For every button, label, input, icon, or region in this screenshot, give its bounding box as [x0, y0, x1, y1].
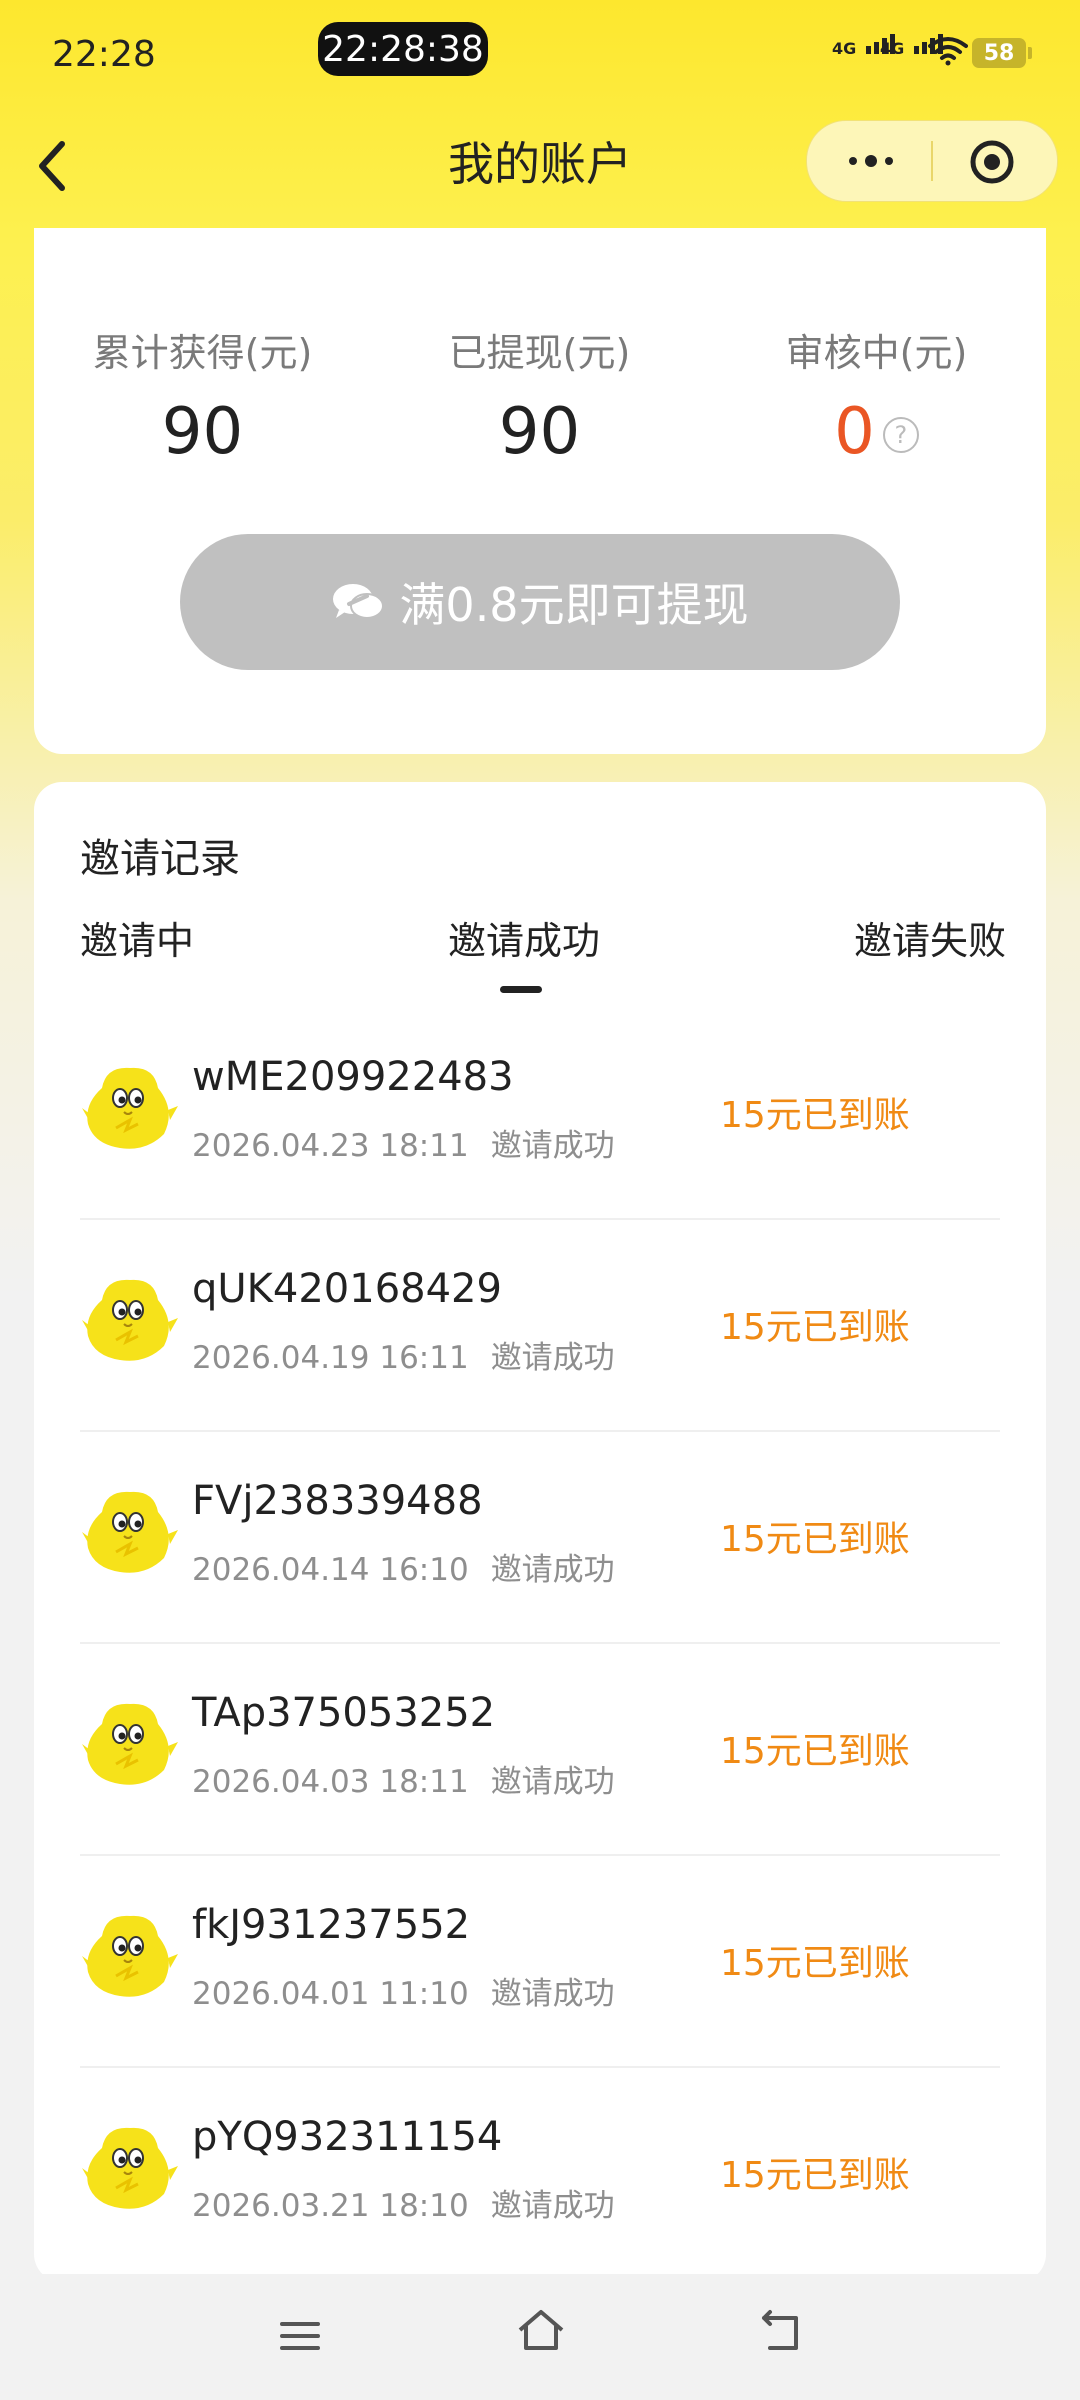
invite-meta: 2026.04.19 16:11 邀请成功: [192, 1332, 615, 1377]
stat-under-review: 审核中(元) 0?: [708, 322, 1045, 469]
chick-avatar-icon: [82, 1067, 178, 1149]
balance-card: 累计获得(元) 90 已提现(元) 90 审核中(元) 0? 满0.8元即可提现: [34, 228, 1046, 754]
signal-label-2: 4G: [880, 39, 905, 58]
status-time: 22:28: [52, 34, 156, 75]
system-nav-bar: [0, 2274, 1080, 2400]
reward-status: 15元已到账: [720, 1519, 910, 1560]
invite-time: 2026.04.03 18:11: [192, 1764, 469, 1800]
record-row: TAp375053252 2026.04.03 18:11 邀请成功 15元已到账: [80, 1644, 1000, 1856]
section-title: 邀请记录: [80, 836, 240, 882]
stat-label: 累计获得(元): [92, 331, 313, 375]
invite-status: 邀请成功: [490, 1976, 615, 2012]
invite-time: 2026.04.19 16:11: [192, 1340, 469, 1376]
tab-inviting[interactable]: 邀请中: [80, 910, 194, 965]
invite-status: 邀请成功: [490, 2188, 615, 2224]
invite-status: 邀请成功: [490, 1764, 615, 1800]
chick-avatar-icon: [82, 1491, 178, 1573]
close-mini-program-icon[interactable]: [969, 139, 1015, 185]
reward-status: 15元已到账: [720, 2155, 910, 2196]
capsule-divider: [931, 141, 933, 181]
stat-value: 90: [161, 395, 244, 469]
back-nav-icon[interactable]: [756, 2308, 806, 2358]
invite-meta: 2026.04.01 11:10 邀请成功: [192, 1968, 615, 2013]
invite-time: 2026.04.14 16:10: [192, 1552, 469, 1588]
invite-meta: 2026.04.23 18:11 邀请成功: [192, 1120, 615, 1165]
invite-status: 邀请成功: [490, 1340, 615, 1376]
invite-meta: 2026.03.21 18:10 邀请成功: [192, 2180, 615, 2225]
tab-invite-success[interactable]: 邀请成功: [448, 910, 600, 965]
invitee-id: qUK420168429: [192, 1266, 502, 1312]
chick-avatar-icon: [82, 1279, 178, 1361]
invite-time: 2026.04.23 18:11: [192, 1128, 469, 1164]
reward-status: 15元已到账: [720, 1095, 910, 1136]
invitee-id: wME209922483: [192, 1054, 514, 1100]
invite-meta: 2026.04.14 16:10 邀请成功: [192, 1544, 615, 1589]
record-row: pYQ932311154 2026.03.21 18:10 邀请成功 15元已到账: [80, 2068, 1000, 2280]
battery-icon: 58: [972, 38, 1032, 68]
invite-records-card: 邀请记录 邀请中 邀请成功 邀请失败 wME209922483 2026.04.2…: [34, 782, 1046, 2282]
invitee-id: TAp375053252: [192, 1690, 496, 1736]
invite-meta: 2026.04.03 18:11 邀请成功: [192, 1756, 615, 1801]
home-icon[interactable]: [514, 2304, 568, 2358]
recent-apps-icon[interactable]: [276, 2312, 324, 2360]
chick-avatar-icon: [82, 1915, 178, 1997]
stat-withdrawn: 已提现(元) 90: [371, 322, 708, 469]
active-tab-indicator: [500, 986, 542, 993]
signal-label: 4G: [832, 39, 857, 58]
withdraw-label: 满0.8元即可提现: [399, 578, 749, 632]
more-options-icon[interactable]: [841, 143, 901, 179]
invite-time: 2026.04.01 11:10: [192, 1976, 469, 2012]
reward-status: 15元已到账: [720, 1307, 910, 1348]
invite-time: 2026.03.21 18:10: [192, 2188, 469, 2224]
mini-program-capsule: [806, 120, 1058, 202]
reward-status: 15元已到账: [720, 1731, 910, 1772]
stat-value: 90: [498, 395, 581, 469]
help-icon[interactable]: ?: [882, 417, 919, 454]
record-row: wME209922483 2026.04.23 18:11 邀请成功 15元已到账: [80, 1008, 1000, 1220]
stat-value: 0?: [708, 395, 1045, 469]
stat-label: 已提现(元): [448, 331, 631, 375]
screen-recording-time: 22:28:38: [318, 22, 488, 76]
tab-invite-failed[interactable]: 邀请失败: [854, 910, 1006, 965]
status-bar: 22:28 22:28:38 4G 4G 58: [0, 0, 1080, 110]
chick-avatar-icon: [82, 1703, 178, 1785]
record-row: qUK420168429 2026.04.19 16:11 邀请成功 15元已到账: [80, 1220, 1000, 1432]
stat-value-number: 0: [834, 395, 875, 469]
invitee-id: FVj238339488: [192, 1478, 483, 1524]
wechat-pay-icon: [333, 584, 385, 619]
withdraw-button[interactable]: 满0.8元即可提现: [180, 534, 900, 670]
reward-status: 15元已到账: [720, 1943, 910, 1984]
stat-total-earned: 累计获得(元) 90: [34, 322, 371, 469]
record-row: fkJ931237552 2026.04.01 11:10 邀请成功 15元已到账: [80, 1856, 1000, 2068]
invite-status: 邀请成功: [490, 1128, 615, 1164]
chick-avatar-icon: [82, 2127, 178, 2209]
invite-status: 邀请成功: [490, 1552, 615, 1588]
invitee-id: fkJ931237552: [192, 1902, 471, 1948]
invitee-id: pYQ932311154: [192, 2114, 503, 2160]
record-row: FVj238339488 2026.04.14 16:10 邀请成功 15元已到账: [80, 1432, 1000, 1644]
wifi-icon: [928, 37, 968, 66]
stat-label: 审核中(元): [785, 331, 968, 375]
